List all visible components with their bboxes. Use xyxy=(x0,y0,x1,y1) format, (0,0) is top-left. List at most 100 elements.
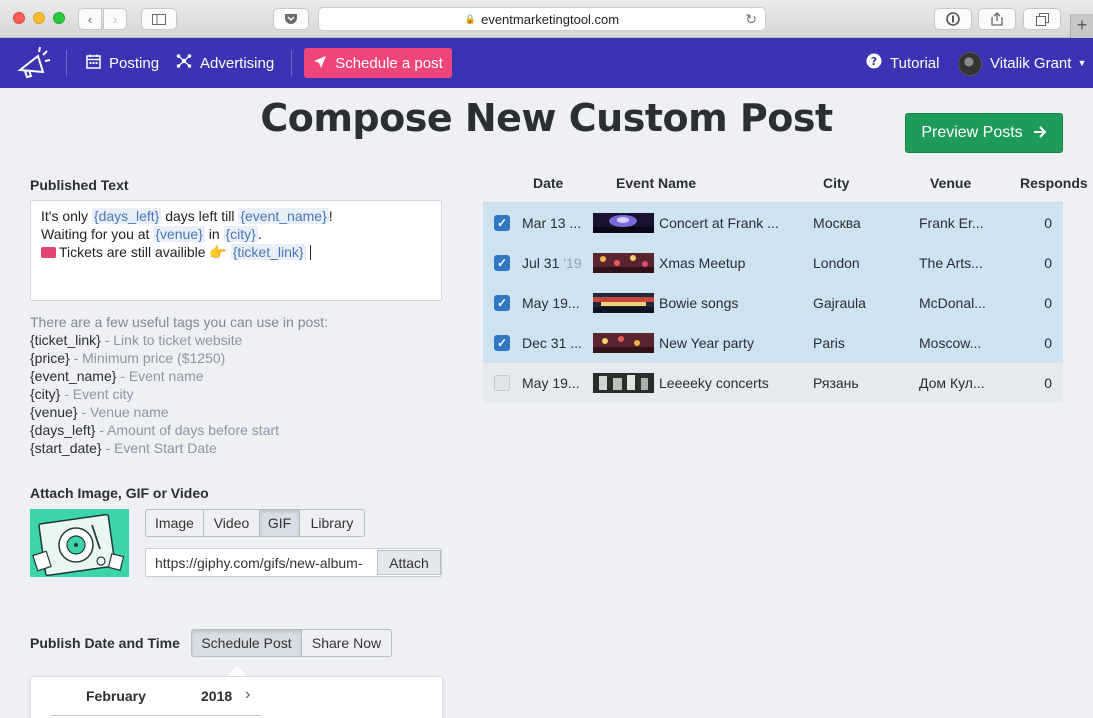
publish-date-label: Publish Date and Time xyxy=(30,635,180,651)
row-date: May 19... xyxy=(522,363,584,403)
tag-help-row: {city} - Event city xyxy=(30,385,328,403)
row-responds: 0 xyxy=(1044,255,1052,271)
published-text-label: Published Text xyxy=(30,177,129,193)
tab-image[interactable]: Image xyxy=(145,509,204,537)
tag-help-row: {days_left} - Amount of days before star… xyxy=(30,421,328,439)
calendar-month: February xyxy=(86,688,146,704)
network-icon xyxy=(176,53,192,73)
row-event-name: Xmas Meetup xyxy=(659,255,746,271)
pocket-icon[interactable] xyxy=(273,8,309,30)
tab-library[interactable]: Library xyxy=(299,509,365,537)
nav-posting[interactable]: Posting xyxy=(86,38,159,88)
address-bar[interactable]: 🔒 eventmarketingtool.com ↻ xyxy=(318,7,766,31)
row-venue: Frank Er... xyxy=(919,215,984,231)
row-city: Москва xyxy=(813,215,861,231)
media-url-input[interactable]: https://giphy.com/gifs/new-album- Attach xyxy=(145,548,442,577)
tag-name: {city} xyxy=(30,386,61,402)
row-responds: 0 xyxy=(1044,335,1052,351)
row-event-name: Concert at Frank ... xyxy=(659,215,779,231)
tag-name: {start_date} xyxy=(30,440,102,456)
row-city: Paris xyxy=(813,335,845,351)
row-checkbox[interactable]: ✓ xyxy=(494,255,510,271)
reload-icon[interactable]: ↻ xyxy=(745,11,757,28)
tag-help-row: {event_name} - Event name xyxy=(30,367,328,385)
info-icon[interactable] xyxy=(934,8,972,30)
row-city: Gajraula xyxy=(813,295,866,311)
tag-token: {city} xyxy=(223,226,258,242)
tag-token: {ticket_link} xyxy=(230,244,306,260)
nav-tutorial[interactable]: ? Tutorial xyxy=(866,38,939,88)
nav-advertising-label: Advertising xyxy=(200,54,275,72)
column-header-venue[interactable]: Venue xyxy=(930,175,971,191)
calendar-pointer xyxy=(227,666,247,676)
table-row[interactable]: May 19... Leeeeky concerts Рязань Дом Ку… xyxy=(483,363,1063,403)
forward-icon[interactable]: › xyxy=(103,8,127,30)
close-window-button[interactable] xyxy=(13,12,25,24)
sidebar-toggle-icon[interactable] xyxy=(141,8,177,30)
text-fragment: ! xyxy=(328,208,333,224)
url-text: eventmarketingtool.com xyxy=(481,11,620,27)
tag-name: {price} xyxy=(30,350,70,366)
nav-advertising[interactable]: Advertising xyxy=(176,38,274,88)
table-row[interactable]: ✓ Dec 31 ... New Year party Paris Moscow… xyxy=(483,323,1063,363)
row-responds: 0 xyxy=(1044,215,1052,231)
attach-button[interactable]: Attach xyxy=(377,550,441,575)
tab-video[interactable]: Video xyxy=(203,509,260,537)
column-header-responds[interactable]: Responds xyxy=(1020,175,1088,191)
date-text: Dec 31 ... xyxy=(522,335,582,351)
tabs-overview-icon[interactable] xyxy=(1023,8,1061,30)
column-header-date[interactable]: Date xyxy=(533,175,563,191)
event-thumbnail xyxy=(593,373,654,393)
user-name: Vitalik Grant xyxy=(990,54,1072,72)
tag-name: {event_name} xyxy=(30,368,117,384)
tag-name: {ticket_link} xyxy=(30,332,101,348)
tag-description: - Event Start Date xyxy=(101,440,217,456)
tag-help-row: {price} - Minimum price ($1250) xyxy=(30,349,328,367)
date-year: '19 xyxy=(563,255,582,271)
avatar[interactable] xyxy=(958,52,982,76)
row-checkbox[interactable]: ✓ xyxy=(494,215,510,231)
arrow-right-icon xyxy=(1033,123,1047,143)
schedule-post-option[interactable]: Schedule Post xyxy=(191,629,302,657)
media-url-value: https://giphy.com/gifs/new-album- xyxy=(155,554,363,571)
event-thumbnail xyxy=(593,293,654,313)
megaphone-logo-icon[interactable] xyxy=(16,46,52,80)
media-type-tabs: Image Video GIF Library xyxy=(145,509,365,537)
table-row[interactable]: ✓ Mar 13 ... Concert at Frank ... Москва… xyxy=(483,203,1063,243)
attach-media-label: Attach Image, GIF or Video xyxy=(30,485,209,501)
row-date: May 19... xyxy=(522,283,584,323)
table-row[interactable]: ✓ May 19... Bowie songs Gajraula McDonal… xyxy=(483,283,1063,323)
text-fragment: It's only xyxy=(41,208,92,224)
chevron-right-icon[interactable]: › xyxy=(245,686,250,704)
row-checkbox[interactable]: ✓ xyxy=(494,295,510,311)
tag-name: {days_left} xyxy=(30,422,96,438)
column-header-city[interactable]: City xyxy=(823,175,849,191)
published-text-editor[interactable]: It's only {days_left} days left till {ev… xyxy=(30,200,442,301)
zoom-window-button[interactable] xyxy=(53,12,65,24)
row-responds: 0 xyxy=(1044,375,1052,391)
row-venue: Дом Кул... xyxy=(919,375,985,391)
new-tab-icon[interactable]: + xyxy=(1070,14,1093,38)
table-row[interactable]: ✓ Jul 31'19 Xmas Meetup London The Arts.… xyxy=(483,243,1063,283)
schedule-post-button[interactable]: Schedule a post xyxy=(304,48,452,78)
row-checkbox[interactable]: ✓ xyxy=(494,335,510,351)
preview-posts-button[interactable]: Preview Posts xyxy=(905,113,1063,153)
user-menu[interactable]: Vitalik Grant ▼ xyxy=(990,38,1086,88)
row-venue: McDonal... xyxy=(919,295,986,311)
row-venue: Moscow... xyxy=(919,335,982,351)
share-icon[interactable] xyxy=(978,8,1016,30)
calendar-icon xyxy=(86,54,101,73)
row-checkbox[interactable] xyxy=(494,375,510,391)
share-now-option[interactable]: Share Now xyxy=(301,629,392,657)
column-header-event[interactable]: Event Name xyxy=(616,175,696,191)
tab-gif[interactable]: GIF xyxy=(259,509,300,537)
calendar-year: 2018 xyxy=(201,688,233,704)
event-thumbnail xyxy=(593,333,654,353)
text-fragment: days left till xyxy=(161,208,239,224)
back-icon[interactable]: ‹ xyxy=(78,8,102,30)
tag-help-row: {start_date} - Event Start Date xyxy=(30,439,328,457)
attached-gif-preview[interactable] xyxy=(30,509,129,577)
minimize-window-button[interactable] xyxy=(33,12,45,24)
text-caret xyxy=(309,245,311,260)
text-line: It's only {days_left} days left till {ev… xyxy=(41,207,431,225)
